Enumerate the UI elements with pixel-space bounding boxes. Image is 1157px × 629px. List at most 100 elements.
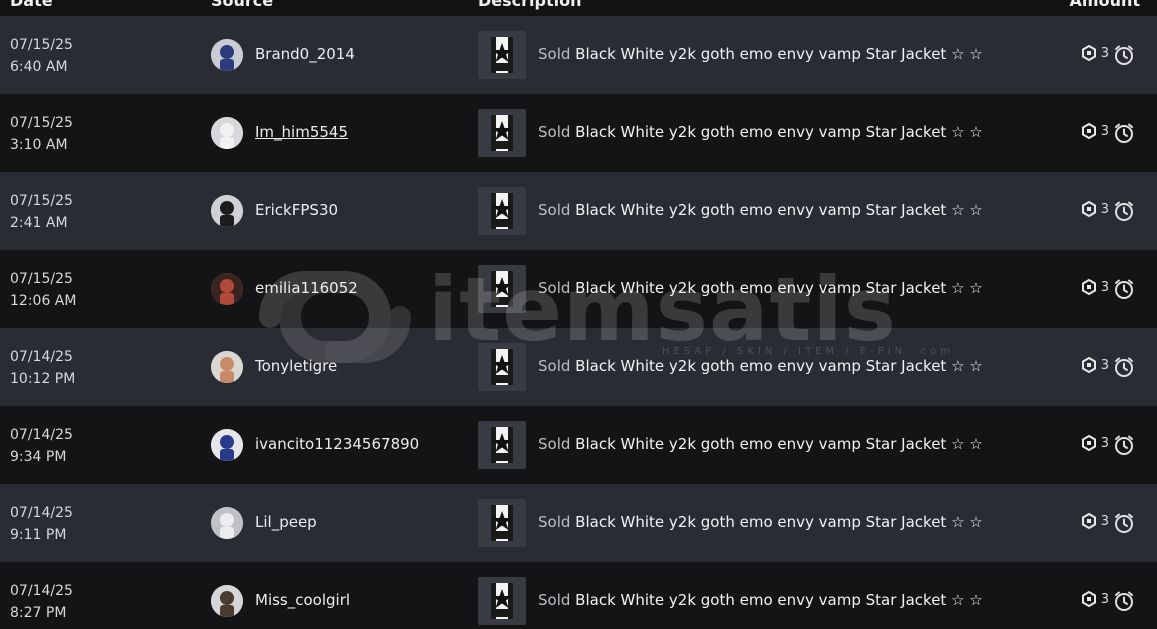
source-username-link[interactable]: ivancito11234567890 bbox=[255, 435, 419, 453]
amount-value: 3 bbox=[1100, 357, 1109, 373]
robux-icon bbox=[1081, 513, 1096, 529]
robux-icon bbox=[1081, 435, 1096, 451]
amount-value: 3 bbox=[1100, 45, 1109, 61]
transactions-page: Date Source Description Amount 07/15/25 6… bbox=[0, 0, 1157, 629]
sold-label: Sold bbox=[538, 591, 571, 609]
amount-value: 3 bbox=[1100, 201, 1109, 217]
amount-cell: 3 bbox=[1081, 511, 1135, 535]
item-thumbnail[interactable] bbox=[478, 187, 526, 235]
amount-cell: 3 bbox=[1081, 277, 1135, 301]
date-value: 07/14/25 bbox=[10, 427, 73, 443]
source-username-link[interactable]: Tonyletigre bbox=[255, 357, 337, 375]
item-name-link[interactable]: Black White y2k goth emo envy vamp Star … bbox=[575, 45, 983, 63]
item-name-link[interactable]: Black White y2k goth emo envy vamp Star … bbox=[575, 279, 983, 297]
item-name-link[interactable]: Black White y2k goth emo envy vamp Star … bbox=[575, 513, 983, 531]
amount-value: 3 bbox=[1100, 435, 1109, 451]
time-value: 9:34 PM bbox=[10, 449, 67, 465]
pending-clock-icon bbox=[1115, 435, 1133, 455]
transaction-description: Sold Black White y2k goth emo envy vamp … bbox=[538, 279, 983, 297]
sold-label: Sold bbox=[538, 513, 571, 531]
transaction-date: 07/15/25 6:40 AM bbox=[10, 34, 73, 78]
amount-cell: 3 bbox=[1081, 589, 1135, 613]
item-thumbnail[interactable] bbox=[478, 265, 526, 313]
robux-icon bbox=[1081, 45, 1096, 61]
date-value: 07/14/25 bbox=[10, 349, 73, 365]
source-username-link[interactable]: Brand0_2014 bbox=[255, 45, 355, 63]
robux-icon bbox=[1081, 201, 1096, 217]
transaction-date: 07/14/25 9:34 PM bbox=[10, 424, 73, 468]
item-thumbnail[interactable] bbox=[478, 577, 526, 625]
time-value: 6:40 AM bbox=[10, 59, 68, 75]
source-username-link[interactable]: Lil_peep bbox=[255, 513, 317, 531]
avatar[interactable] bbox=[211, 117, 243, 149]
transaction-description: Sold Black White y2k goth emo envy vamp … bbox=[538, 435, 983, 453]
pending-clock-icon bbox=[1115, 45, 1133, 65]
avatar[interactable] bbox=[211, 39, 243, 71]
item-thumbnail[interactable] bbox=[478, 31, 526, 79]
jacket-thumbnail-icon bbox=[491, 583, 513, 619]
time-value: 12:06 AM bbox=[10, 293, 77, 309]
source-username-link[interactable]: ErickFPS30 bbox=[255, 201, 338, 219]
sold-label: Sold bbox=[538, 45, 571, 63]
transaction-date: 07/14/25 10:12 PM bbox=[10, 346, 75, 390]
amount-cell: 3 bbox=[1081, 121, 1135, 145]
transaction-description: Sold Black White y2k goth emo envy vamp … bbox=[538, 357, 983, 375]
date-value: 07/15/25 bbox=[10, 37, 73, 53]
robux-icon bbox=[1081, 591, 1096, 607]
avatar[interactable] bbox=[211, 507, 243, 539]
sold-label: Sold bbox=[538, 279, 571, 297]
transactions-table-body: 07/15/25 6:40 AM Brand0_2014 Sold Black Whi… bbox=[0, 16, 1157, 629]
amount-cell: 3 bbox=[1081, 433, 1135, 457]
table-row: 07/14/25 8:27 PM Miss_coolgirl Sold Black W… bbox=[0, 562, 1157, 629]
table-row: 07/15/25 6:40 AM Brand0_2014 Sold Black Whi… bbox=[0, 16, 1157, 94]
avatar[interactable] bbox=[211, 273, 243, 305]
pending-clock-icon bbox=[1115, 591, 1133, 611]
robux-icon bbox=[1081, 357, 1096, 373]
avatar[interactable] bbox=[211, 429, 243, 461]
amount-cell: 3 bbox=[1081, 355, 1135, 379]
time-value: 2:41 AM bbox=[10, 215, 68, 231]
avatar[interactable] bbox=[211, 195, 243, 227]
item-name-link[interactable]: Black White y2k goth emo envy vamp Star … bbox=[575, 591, 983, 609]
jacket-thumbnail-icon bbox=[491, 193, 513, 229]
amount-value: 3 bbox=[1100, 513, 1109, 529]
header-date: Date bbox=[10, 0, 53, 10]
jacket-thumbnail-icon bbox=[491, 427, 513, 463]
item-name-link[interactable]: Black White y2k goth emo envy vamp Star … bbox=[575, 357, 983, 375]
item-name-link[interactable]: Black White y2k goth emo envy vamp Star … bbox=[575, 201, 983, 219]
table-header: Date Source Description Amount bbox=[0, 0, 1157, 16]
transaction-description: Sold Black White y2k goth emo envy vamp … bbox=[538, 513, 983, 531]
time-value: 3:10 AM bbox=[10, 137, 68, 153]
date-value: 07/15/25 bbox=[10, 271, 73, 287]
source-username-link[interactable]: emilia116052 bbox=[255, 279, 358, 297]
table-row: 07/14/25 9:11 PM Lil_peep Sold Black White … bbox=[0, 484, 1157, 562]
amount-value: 3 bbox=[1100, 123, 1109, 139]
source-username-link[interactable]: Miss_coolgirl bbox=[255, 591, 350, 609]
sold-label: Sold bbox=[538, 357, 571, 375]
item-name-link[interactable]: Black White y2k goth emo envy vamp Star … bbox=[575, 123, 983, 141]
item-thumbnail[interactable] bbox=[478, 499, 526, 547]
table-row: 07/15/25 2:41 AM ErickFPS30 Sold Black Whit… bbox=[0, 172, 1157, 250]
header-description: Description bbox=[478, 0, 582, 10]
transaction-date: 07/15/25 12:06 AM bbox=[10, 268, 76, 312]
date-value: 07/14/25 bbox=[10, 583, 73, 599]
transaction-date: 07/14/25 8:27 PM bbox=[10, 580, 73, 624]
pending-clock-icon bbox=[1115, 201, 1133, 221]
table-row: 07/15/25 3:10 AM Im_him5545 Sold Black Whit… bbox=[0, 94, 1157, 172]
amount-cell: 3 bbox=[1081, 199, 1135, 223]
time-value: 10:12 PM bbox=[10, 371, 76, 387]
item-thumbnail[interactable] bbox=[478, 343, 526, 391]
source-username-link[interactable]: Im_him5545 bbox=[255, 123, 348, 141]
jacket-thumbnail-icon bbox=[491, 349, 513, 385]
avatar[interactable] bbox=[211, 585, 243, 617]
table-row: 07/14/25 10:12 PM Tonyletigre Sold Black Wh… bbox=[0, 328, 1157, 406]
item-thumbnail[interactable] bbox=[478, 109, 526, 157]
item-name-link[interactable]: Black White y2k goth emo envy vamp Star … bbox=[575, 435, 983, 453]
jacket-thumbnail-icon bbox=[491, 115, 513, 151]
item-thumbnail[interactable] bbox=[478, 421, 526, 469]
transaction-description: Sold Black White y2k goth emo envy vamp … bbox=[538, 201, 983, 219]
header-amount: Amount bbox=[1069, 0, 1140, 10]
avatar[interactable] bbox=[211, 351, 243, 383]
date-value: 07/15/25 bbox=[10, 193, 73, 209]
robux-icon bbox=[1081, 279, 1096, 295]
